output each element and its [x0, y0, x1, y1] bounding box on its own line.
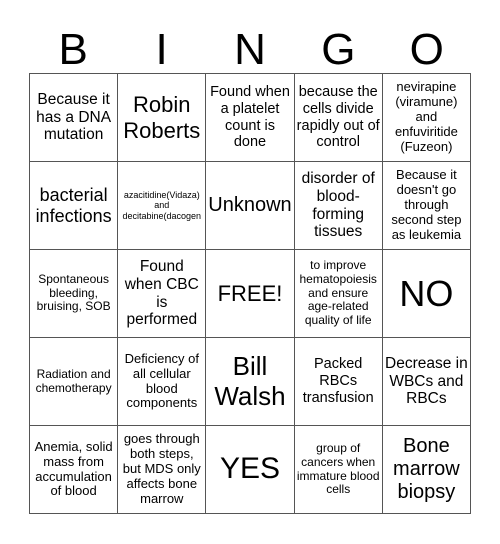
bingo-cell[interactable]: NO	[382, 250, 471, 338]
bingo-cell[interactable]: Decrease in WBCs and RBCs	[382, 338, 471, 426]
bingo-cell[interactable]: Unknown	[206, 162, 295, 250]
bingo-grid: Because it has a DNA mutation Robin Robe…	[29, 73, 471, 514]
bingo-cell[interactable]: goes through both steps, but MDS only af…	[118, 426, 207, 514]
bingo-cell[interactable]: Deficiency of all cellular blood compone…	[118, 338, 207, 426]
bingo-cell[interactable]: Packed RBCs transfusion	[294, 338, 383, 426]
bingo-cell[interactable]: Bone marrow biopsy	[382, 426, 471, 514]
free-space-cell[interactable]: FREE!	[206, 250, 295, 338]
bingo-cell[interactable]: disorder of blood-forming tissues	[294, 162, 383, 250]
bingo-cell[interactable]: nevirapine (viramune) and enfuviritide (…	[382, 74, 471, 162]
bingo-cell[interactable]: because the cells divide rapidly out of …	[294, 74, 383, 162]
bingo-cell[interactable]: Because it doesn't go through second ste…	[382, 162, 471, 250]
bingo-cell[interactable]: Radiation and chemotherapy	[30, 338, 119, 426]
bingo-cell[interactable]: Robin Roberts	[118, 74, 207, 162]
bingo-cell[interactable]: group of cancers when immature blood cel…	[294, 426, 383, 514]
bingo-cell[interactable]: bacterial infections	[30, 162, 119, 250]
header-letter-o: O	[409, 25, 444, 74]
header-letter-b: B	[58, 25, 88, 74]
bingo-cell[interactable]: Because it has a DNA mutation	[30, 74, 119, 162]
bingo-cell[interactable]: Bill Walsh	[206, 338, 295, 426]
header-letter-n: N	[234, 25, 266, 74]
bingo-header: B I N G O	[29, 26, 471, 73]
bingo-cell[interactable]: Spontaneous bleeding, bruising, SOB	[30, 250, 119, 338]
bingo-cell[interactable]: Found when CBC is performed	[118, 250, 207, 338]
bingo-cell[interactable]: to improve hematopoiesis and ensure age-…	[294, 250, 383, 338]
header-letter-g: G	[321, 25, 356, 74]
bingo-cell[interactable]: azacitidine(Vidaza) and decitabine(dacog…	[118, 162, 207, 250]
header-letter-i: I	[155, 25, 168, 74]
bingo-cell[interactable]: YES	[206, 426, 295, 514]
bingo-cell[interactable]: Found when a platelet count is done	[206, 74, 295, 162]
bingo-cell[interactable]: Anemia, solid mass from accumulation of …	[30, 426, 119, 514]
